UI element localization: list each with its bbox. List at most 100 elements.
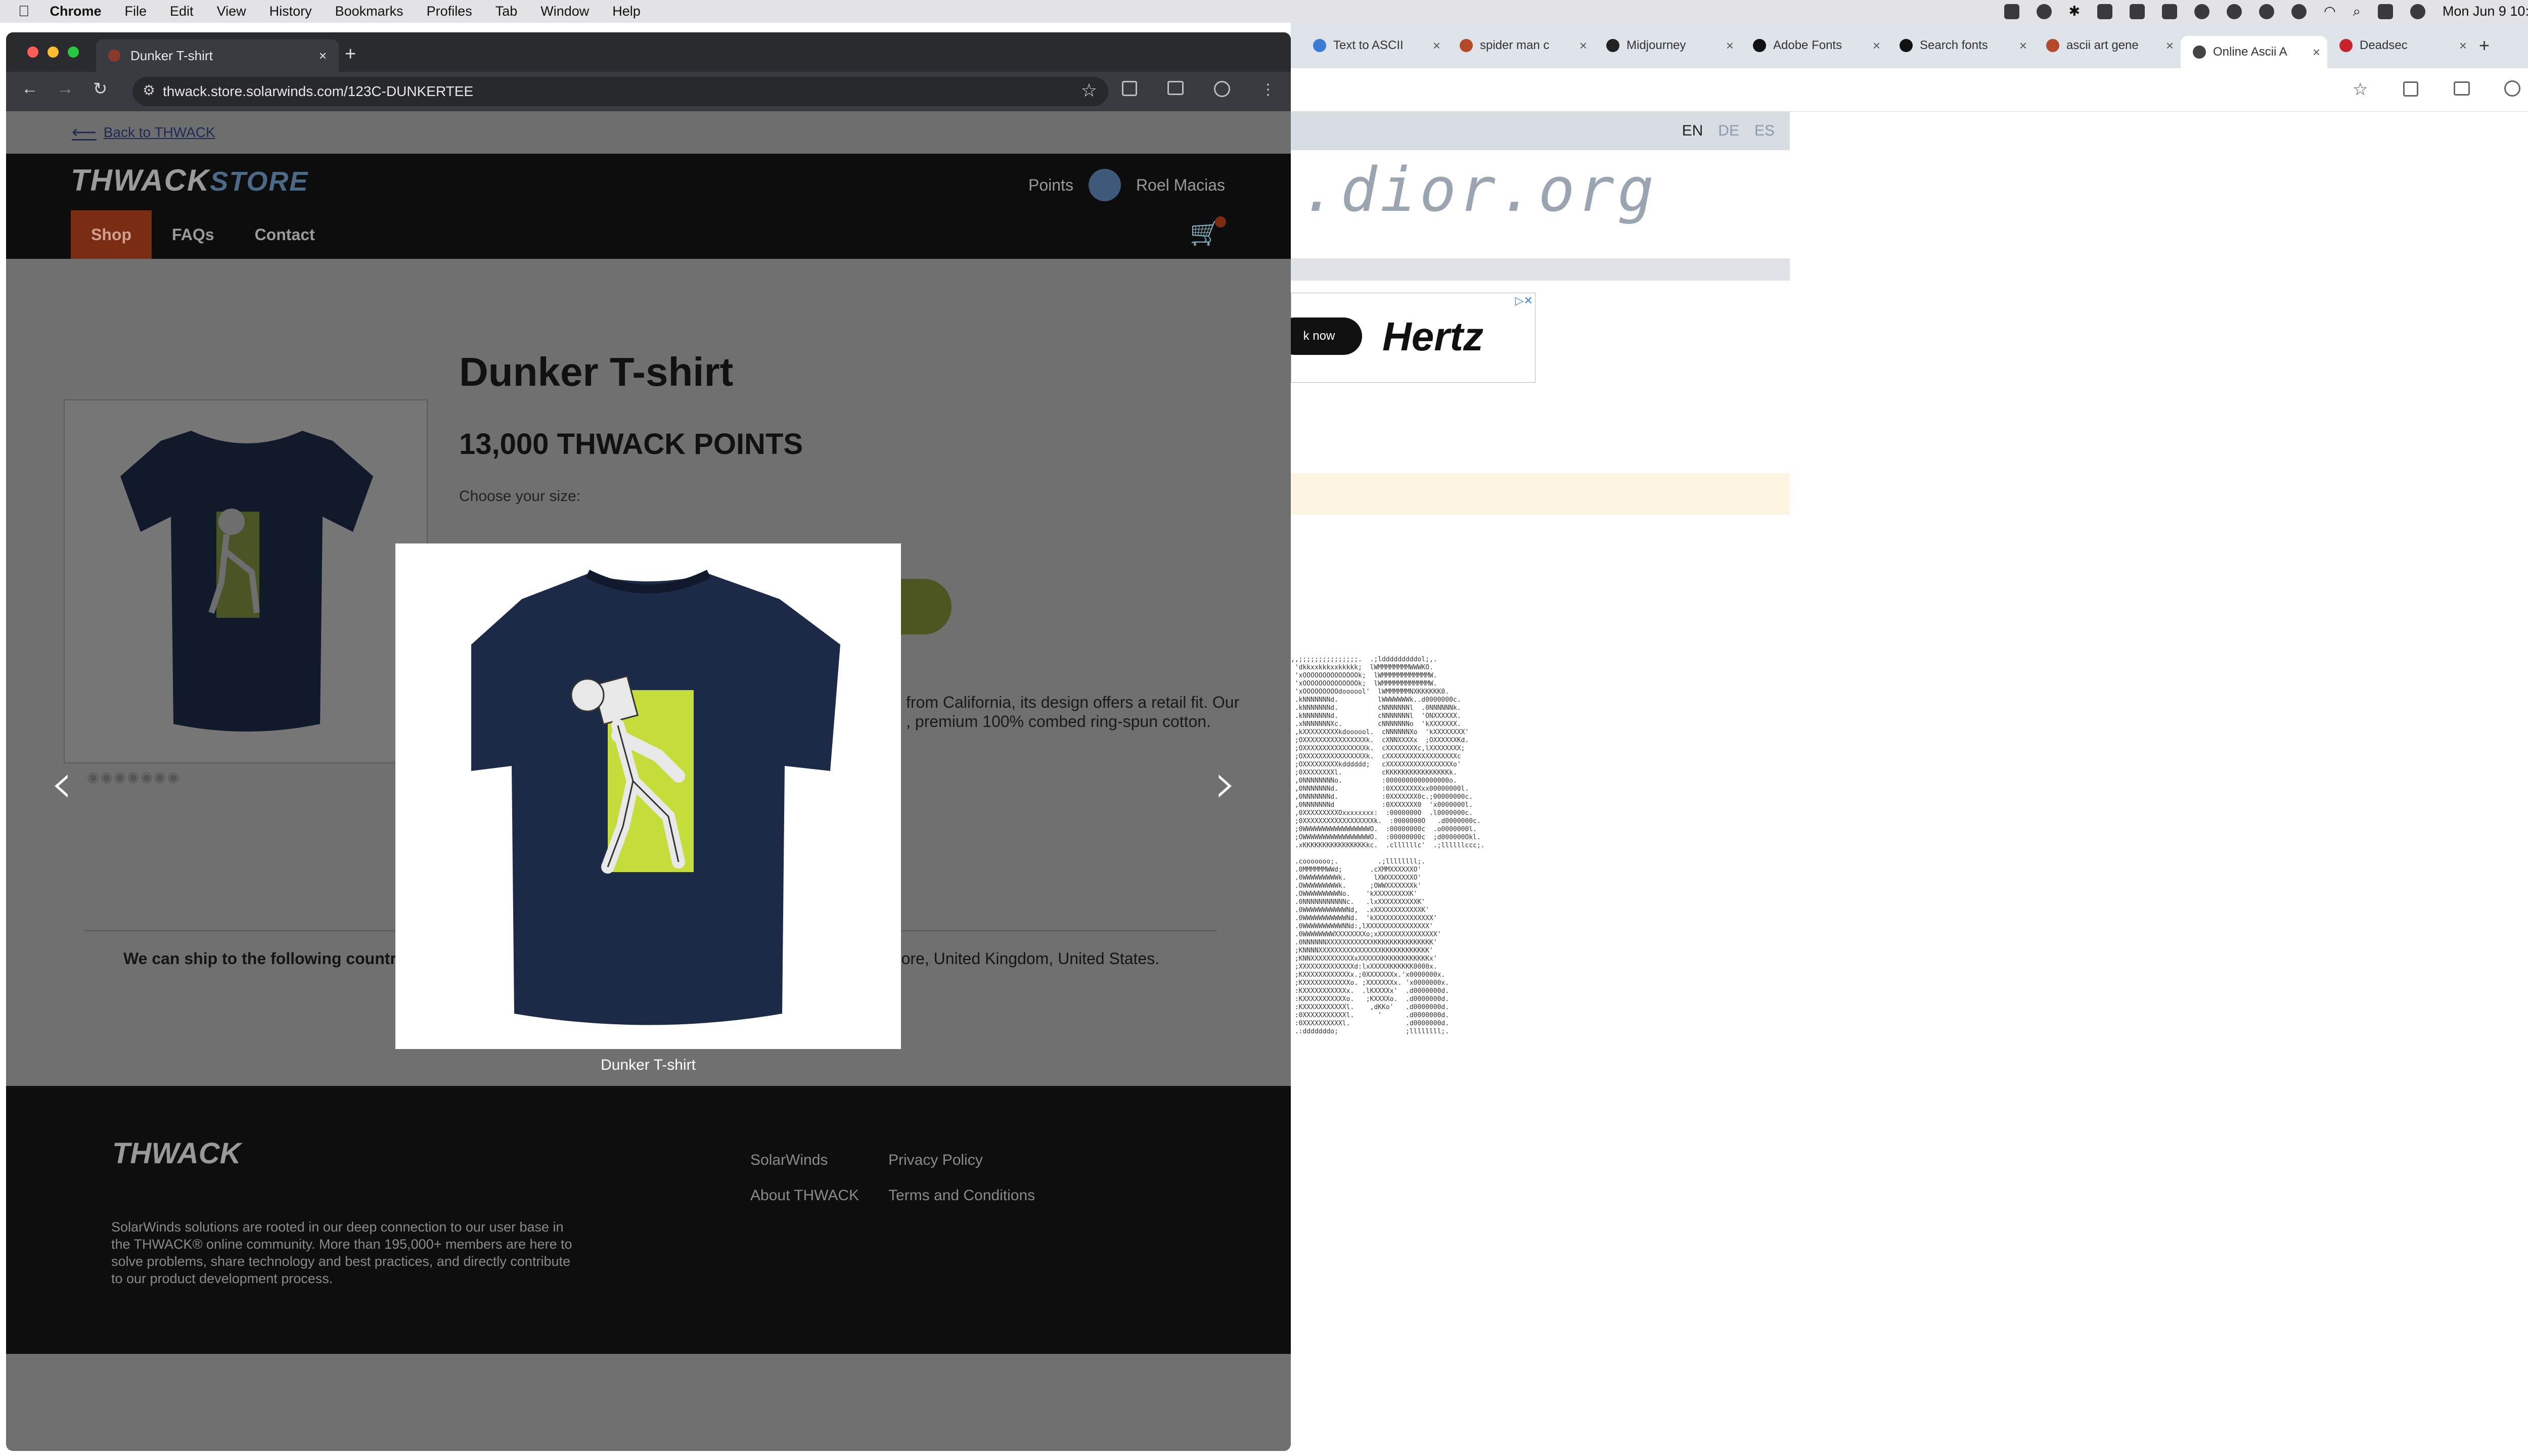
tshirt-thumbnail-image — [120, 431, 373, 732]
grey-strip — [1291, 258, 1790, 281]
search-icon[interactable]: ⌕ — [2353, 4, 2361, 20]
site-header: THWACKSTORE Points Roel Macias Shop FAQs… — [6, 154, 1291, 259]
menu-edit[interactable]: Edit — [170, 4, 194, 19]
new-tab-icon[interactable]: + — [2479, 35, 2490, 56]
user-name[interactable]: Roel Macias — [1136, 176, 1225, 195]
lang-es[interactable]: ES — [1754, 122, 1775, 140]
cart-badge — [1215, 216, 1226, 228]
ad-choices-icon[interactable]: ▷✕ — [1515, 294, 1533, 307]
footer-link-about[interactable]: About THWACK — [750, 1187, 859, 1204]
nav-shop[interactable]: Shop — [71, 210, 152, 259]
lightbox-prev-icon[interactable]: ‹ — [51, 751, 73, 815]
office-icon[interactable] — [2130, 4, 2145, 19]
bg-tab-active[interactable]: Online Ascii A × — [2181, 36, 2327, 68]
play-icon[interactable] — [2291, 4, 2307, 19]
hertz-ad[interactable]: k now Hertz ▷✕ — [1276, 293, 1536, 383]
footer-logo[interactable]: THWACK — [112, 1136, 241, 1170]
product-title: Dunker T-shirt — [459, 349, 734, 394]
control-center-icon[interactable] — [2377, 4, 2393, 19]
close-icon[interactable]: × — [2019, 38, 2027, 54]
back-arrow-icon[interactable]: ← — [21, 79, 38, 99]
forward-arrow-icon[interactable]: → — [57, 79, 74, 99]
site-logo[interactable]: .dior.org — [1301, 155, 1657, 225]
menu-app-name[interactable]: Chrome — [50, 4, 102, 19]
siri-icon[interactable] — [2410, 4, 2425, 19]
bluetooth-icon[interactable]: ✱ — [2069, 4, 2081, 19]
menu-history[interactable]: History — [269, 4, 312, 19]
apple-icon[interactable]:  — [18, 3, 30, 20]
status-tray: ✱ ◠ ⌕ Mon Jun 9 10:43 PM — [2004, 0, 2528, 23]
nav-contact[interactable]: Contact — [235, 210, 335, 259]
bg-tab[interactable]: Search fonts × — [1887, 29, 2034, 62]
vpn-icon[interactable] — [2194, 4, 2210, 19]
points-link[interactable]: Points — [1028, 176, 1073, 195]
bg-tab[interactable]: spider man c × — [1448, 29, 1594, 62]
close-icon[interactable]: × — [2459, 38, 2467, 54]
user-avatar-icon[interactable] — [1088, 169, 1121, 201]
lightbox-image[interactable] — [395, 543, 901, 1049]
extensions-icon[interactable] — [1122, 81, 1137, 96]
thwack-store-logo[interactable]: THWACKSTORE — [71, 163, 308, 198]
check-icon[interactable] — [2259, 4, 2275, 19]
lightbox-next-icon[interactable]: › — [1214, 751, 1237, 815]
menu-kebab-icon[interactable]: ⋮ — [1260, 81, 1276, 99]
close-icon[interactable]: × — [1873, 38, 1880, 54]
tab-active[interactable]: Dunker T-shirt × — [96, 39, 339, 72]
bg-tab[interactable]: ascii art gene × — [2034, 29, 2181, 62]
back-arrow-icon[interactable]: ⟵ — [72, 122, 97, 143]
menu-help[interactable]: Help — [612, 4, 641, 19]
bookmark-star-icon[interactable]: ☆ — [1081, 80, 1097, 101]
nav-faqs[interactable]: FAQs — [152, 210, 235, 259]
menu-file[interactable]: File — [125, 4, 147, 19]
cast-icon[interactable] — [2454, 81, 2470, 96]
footer-link-privacy[interactable]: Privacy Policy — [888, 1152, 983, 1169]
menu-bookmarks[interactable]: Bookmarks — [335, 4, 403, 19]
bg-tab[interactable]: Text to ASCII × — [1301, 29, 1448, 62]
creative-cloud-icon[interactable] — [2036, 4, 2052, 19]
profile-icon[interactable] — [2504, 80, 2520, 97]
menu-tab[interactable]: Tab — [495, 4, 518, 19]
minimize-window-button[interactable] — [48, 47, 59, 58]
close-icon[interactable]: × — [1433, 38, 1440, 54]
wifi-icon[interactable]: ◠ — [2324, 4, 2336, 19]
cast-icon[interactable] — [1167, 81, 1184, 95]
close-tab-icon[interactable]: × — [319, 48, 327, 64]
clock[interactable]: Mon Jun 9 10:43 PM — [2443, 4, 2528, 19]
back-to-thwack-link[interactable]: Back to THWACK — [104, 124, 215, 141]
app-icon[interactable] — [2097, 4, 2113, 19]
close-icon[interactable]: × — [1726, 38, 1734, 54]
product-description: from California, its design offers a ret… — [906, 693, 1240, 731]
menu-profiles[interactable]: Profiles — [427, 4, 472, 19]
bg-tab[interactable]: Midjourney × — [1594, 29, 1741, 62]
reload-icon[interactable]: ↻ — [93, 79, 108, 99]
url-text[interactable]: thwack.store.solarwinds.com/123C-DUNKERT… — [163, 83, 473, 100]
notice-strip — [1291, 473, 1790, 515]
ship-countries: apore, United Kingdom, United States. — [883, 949, 1160, 968]
bg-tab[interactable]: Adobe Fonts × — [1741, 29, 1887, 62]
site-info-icon[interactable]: ⚙ — [143, 82, 155, 99]
new-tab-icon[interactable]: + — [345, 43, 356, 65]
display-icon[interactable] — [2162, 4, 2178, 19]
bg-tab[interactable]: Deadsec × — [2327, 29, 2474, 62]
footer-link-solarwinds[interactable]: SolarWinds — [750, 1152, 828, 1169]
bookmark-star-icon[interactable]: ☆ — [2353, 79, 2368, 100]
dropbox-icon[interactable] — [2004, 4, 2019, 19]
product-thumbnail[interactable] — [64, 399, 428, 763]
close-icon[interactable]: × — [2166, 38, 2174, 54]
close-icon[interactable]: × — [1579, 38, 1587, 54]
extensions-icon[interactable] — [2403, 81, 2418, 97]
close-window-button[interactable] — [27, 47, 38, 58]
zoom-window-button[interactable] — [68, 47, 79, 58]
close-icon[interactable]: × — [2313, 44, 2320, 60]
menu-window[interactable]: Window — [540, 4, 589, 19]
toolbar-icons: ⋮ — [1122, 81, 1276, 99]
ship-label: We can ship to the following countries — [123, 949, 419, 968]
lang-de[interactable]: DE — [1718, 122, 1739, 140]
chatgpt-icon[interactable] — [2227, 4, 2242, 19]
address-bar[interactable]: ⚙ thwack.store.solarwinds.com/123C-DUNKE… — [132, 77, 1108, 106]
lang-en[interactable]: EN — [1682, 122, 1703, 140]
footer-link-terms[interactable]: Terms and Conditions — [888, 1187, 1035, 1204]
menu-view[interactable]: View — [217, 4, 246, 19]
profile-icon[interactable] — [1214, 81, 1230, 97]
page-viewport: ⟵ Back to THWACK THWACKSTORE Points Roel… — [6, 111, 1291, 1451]
